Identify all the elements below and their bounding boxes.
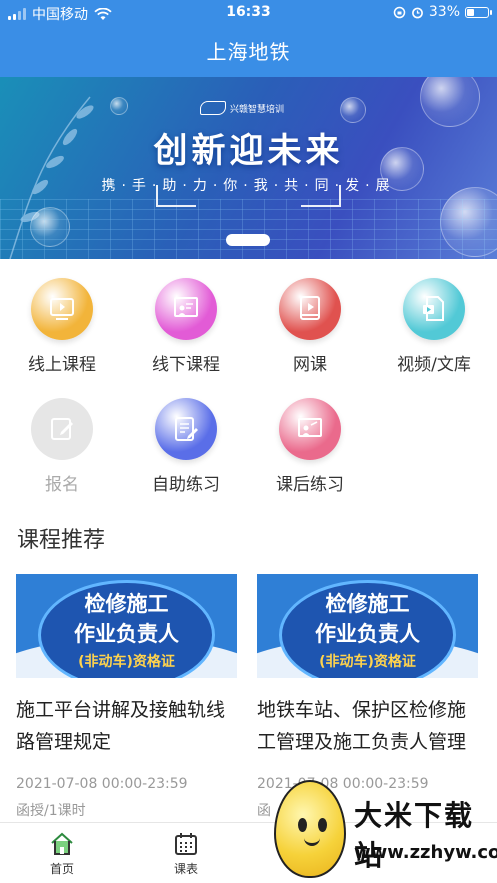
course-time: 2021-07-08 00:00-23:59 bbox=[16, 776, 188, 792]
feature-label: 线下课程 bbox=[152, 355, 220, 375]
frame-corner-left bbox=[156, 185, 196, 207]
banner-indicator bbox=[226, 234, 270, 246]
edit-icon bbox=[31, 398, 93, 460]
course-card[interactable]: 检修施工 作业负责人 (非动车)资格证 施工平台讲解及接触轨线路管理规定 202… bbox=[16, 574, 237, 820]
exercise-icon bbox=[155, 398, 217, 460]
feature-self-practice[interactable]: 自助练习 bbox=[124, 390, 248, 495]
banner-brand-label: 兴赣智慧培训 bbox=[230, 104, 285, 115]
battery-icon bbox=[465, 6, 492, 18]
feature-label: 视频/文库 bbox=[397, 355, 471, 375]
nav-label: 课表 bbox=[173, 862, 198, 876]
top-bar: 中国移动 16:33 33% 上海地铁 bbox=[0, 0, 497, 77]
banner-brand: 兴赣智慧培训 bbox=[200, 101, 284, 115]
frame-corner-right bbox=[301, 185, 341, 207]
course-thumbnail: 检修施工 作业负责人 (非动车)资格证 bbox=[257, 574, 478, 678]
orientation-lock-icon bbox=[393, 6, 406, 18]
bubble-decoration bbox=[420, 77, 480, 127]
thumbnail-line-3: (非动车)资格证 bbox=[78, 654, 175, 670]
video-file-icon bbox=[403, 278, 465, 340]
feature-after-class-practice[interactable]: 课后练习 bbox=[248, 390, 372, 495]
calendar-icon bbox=[175, 833, 197, 855]
bean-mascot-icon bbox=[274, 780, 346, 878]
feature-label: 自助练习 bbox=[152, 475, 220, 495]
thumbnail-line-2: 作业负责人 bbox=[74, 622, 179, 646]
video-book-icon bbox=[279, 278, 341, 340]
thumbnail-line-1: 检修施工 bbox=[325, 592, 410, 616]
banner-title: 创新迎未来 bbox=[153, 131, 344, 171]
feature-video-library[interactable]: 视频/文库 bbox=[372, 270, 496, 375]
home-icon bbox=[51, 832, 73, 855]
thumbnail-line-1: 检修施工 bbox=[84, 592, 169, 616]
feature-label: 网课 bbox=[293, 355, 327, 375]
nav-label: 首页 bbox=[49, 862, 74, 876]
thumbnail-line-2: 作业负责人 bbox=[315, 622, 420, 646]
video-screen-icon bbox=[31, 278, 93, 340]
brand-logo-icon bbox=[200, 101, 226, 115]
nav-schedule[interactable]: 课表 bbox=[151, 831, 221, 877]
battery-percent: 33% bbox=[428, 4, 460, 20]
feature-label: 线上课程 bbox=[28, 355, 96, 375]
grid-floor-decoration bbox=[0, 199, 497, 259]
course-meta: 函授/1课时 bbox=[16, 803, 86, 819]
review-board-icon bbox=[279, 398, 341, 460]
course-title: 地铁车站、保护区检修施工管理及施工负责人管理 bbox=[257, 699, 467, 753]
course-thumbnail: 检修施工 作业负责人 (非动车)资格证 bbox=[16, 574, 237, 678]
course-title: 施工平台讲解及接触轨线路管理规定 bbox=[16, 699, 226, 753]
promo-banner[interactable]: 兴赣智慧培训 创新迎未来 携·手·助·力·你·我·共·同·发·展 bbox=[0, 77, 497, 259]
site-watermark: 大米下载站 www.zzhyw.com bbox=[270, 778, 497, 883]
section-title: 课程推荐 bbox=[17, 528, 106, 553]
feature-label: 报名 bbox=[45, 475, 79, 495]
alarm-icon bbox=[411, 7, 423, 18]
thumbnail-line-3: (非动车)资格证 bbox=[319, 654, 416, 670]
watermark-url: www.zzhyw.com bbox=[354, 842, 497, 863]
feature-web-course[interactable]: 网课 bbox=[248, 270, 372, 375]
feature-online-course[interactable]: 线上课程 bbox=[0, 270, 124, 375]
feature-label: 课后练习 bbox=[276, 475, 344, 495]
status-right: 33% bbox=[393, 4, 492, 20]
bubble-decoration bbox=[110, 97, 128, 115]
feature-signup[interactable]: 报名 bbox=[0, 390, 124, 495]
feature-offline-course[interactable]: 线下课程 bbox=[124, 270, 248, 375]
bubble-decoration bbox=[340, 97, 366, 123]
teacher-board-icon bbox=[155, 278, 217, 340]
status-bar: 中国移动 16:33 33% bbox=[0, 0, 497, 26]
page-title: 上海地铁 bbox=[206, 40, 291, 64]
nav-home[interactable]: 首页 bbox=[27, 831, 97, 877]
banner-subtitle: 携·手·助·力·你·我·共·同·发·展 bbox=[101, 178, 396, 194]
